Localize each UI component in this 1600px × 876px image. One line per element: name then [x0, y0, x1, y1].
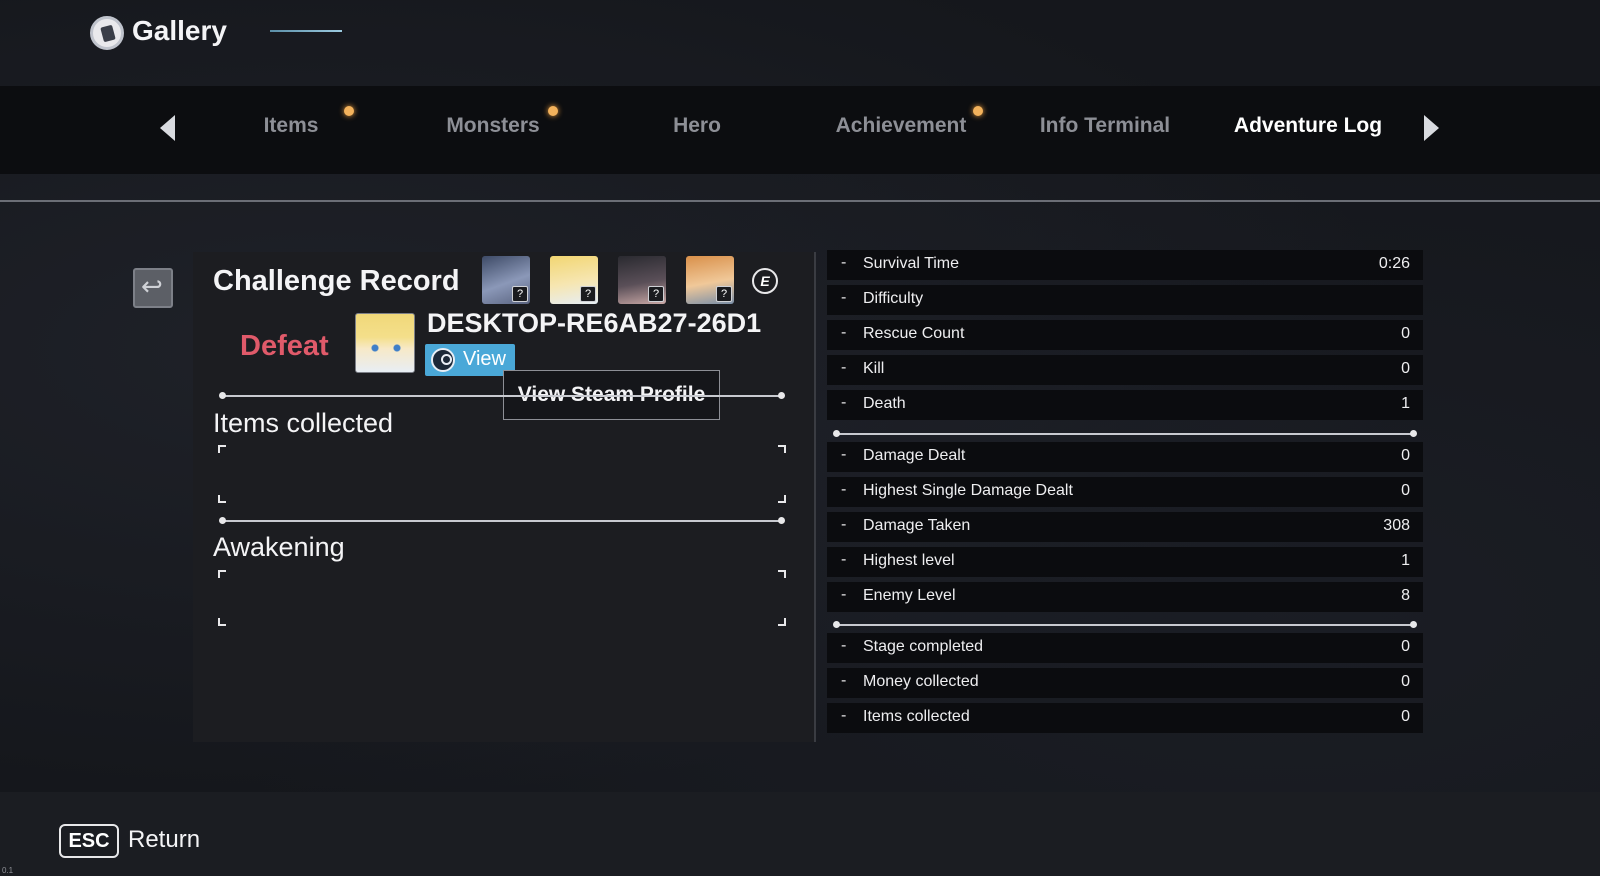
- stat-label: Survival Time: [863, 255, 960, 272]
- hero-thumbnail[interactable]: ?: [482, 256, 530, 304]
- footer-bar: [0, 792, 1600, 876]
- section-divider: [219, 517, 785, 524]
- stat-row-damage-dealt: - Damage Dealt 0: [827, 442, 1423, 472]
- player-name: DESKTOP-RE6AB27-26D1: [427, 308, 762, 338]
- back-button[interactable]: [133, 268, 173, 308]
- awakening-title: Awakening: [213, 532, 345, 562]
- stat-row-kill: - Kill 0: [827, 355, 1423, 385]
- hero-thumbnail[interactable]: ?: [618, 256, 666, 304]
- frame-corner: [778, 570, 786, 578]
- tab-items-notification-dot: [344, 106, 354, 116]
- stat-value: 1: [1401, 395, 1410, 412]
- stat-value: 308: [1383, 517, 1410, 534]
- challenge-record-title: Challenge Record: [213, 265, 460, 297]
- stat-value: 1: [1401, 552, 1410, 569]
- tab-achievement-notification-dot: [973, 106, 983, 116]
- hero-thumbnail[interactable]: ?: [686, 256, 734, 304]
- stat-label: Difficulty: [863, 290, 924, 307]
- stat-label: Stage completed: [863, 638, 984, 655]
- stat-row-highest-single-damage: - Highest Single Damage Dealt 0: [827, 477, 1423, 507]
- stat-value: 0:26: [1378, 255, 1410, 272]
- tab-hero[interactable]: Hero: [602, 114, 792, 138]
- stat-label: Kill: [863, 360, 885, 377]
- tab-adventure-log[interactable]: Adventure Log: [1213, 114, 1403, 138]
- view-steam-profile-button[interactable]: View: [425, 344, 515, 376]
- frame-corner: [218, 445, 226, 453]
- stat-row-items-collected: - Items collected 0: [827, 703, 1423, 733]
- items-collected-title: Items collected: [213, 408, 394, 438]
- tab-prev-arrow-icon[interactable]: [160, 115, 175, 141]
- stat-label: Highest Single Damage Dealt: [863, 482, 1073, 499]
- stat-row-difficulty: - Difficulty: [827, 285, 1423, 315]
- frame-corner: [778, 618, 786, 626]
- title-underline: [270, 30, 342, 32]
- stat-row-death: - Death 1: [827, 390, 1423, 420]
- header: Gallery: [0, 0, 1600, 86]
- stats-divider: [833, 621, 1417, 628]
- frame-corner: [218, 570, 226, 578]
- hero-unknown-badge: ?: [512, 286, 528, 302]
- stat-label: Highest level: [863, 552, 955, 569]
- hero-unknown-badge: ?: [648, 286, 664, 302]
- tab-info-terminal[interactable]: Info Terminal: [1010, 114, 1200, 138]
- tab-monsters-notification-dot: [548, 106, 558, 116]
- frame-corner: [778, 445, 786, 453]
- stat-value: 0: [1401, 673, 1410, 690]
- stat-row-damage-taken: - Damage Taken 308: [827, 512, 1423, 542]
- steam-icon: [431, 348, 455, 372]
- stat-value: 8: [1401, 587, 1410, 604]
- gallery-book-icon: [90, 16, 124, 50]
- page-title: Gallery: [132, 15, 227, 46]
- stat-row-survival-time: - Survival Time 0:26: [827, 250, 1423, 280]
- stat-row-enemy-level: - Enemy Level 8: [827, 582, 1423, 612]
- frame-corner: [218, 618, 226, 626]
- stat-row-rescue-count: - Rescue Count 0: [827, 320, 1423, 350]
- result-label: Defeat: [240, 330, 329, 362]
- stat-label: Items collected: [863, 708, 970, 725]
- stat-label: Damage Taken: [863, 517, 971, 534]
- e-key-icon[interactable]: E: [752, 268, 778, 294]
- view-button-label: View: [463, 348, 506, 370]
- stat-value: 0: [1401, 360, 1410, 377]
- tab-items[interactable]: Items: [196, 114, 386, 138]
- stat-row-highest-level: - Highest level 1: [827, 547, 1423, 577]
- tab-bar-divider: [0, 200, 1600, 202]
- frame-corner: [778, 495, 786, 503]
- stat-label: Enemy Level: [863, 587, 956, 604]
- stat-row-money-collected: - Money collected 0: [827, 668, 1423, 698]
- player-avatar: [355, 313, 415, 373]
- tab-monsters[interactable]: Monsters: [398, 114, 588, 138]
- stat-value: 0: [1401, 325, 1410, 342]
- hero-unknown-badge: ?: [716, 286, 732, 302]
- stat-value: 0: [1401, 447, 1410, 464]
- stat-row-stage-completed: - Stage completed 0: [827, 633, 1423, 663]
- stat-value: 0: [1401, 638, 1410, 655]
- stat-value: 0: [1401, 482, 1410, 499]
- esc-key-button[interactable]: ESC: [59, 824, 119, 858]
- frame-corner: [218, 495, 226, 503]
- hero-unknown-badge: ?: [580, 286, 596, 302]
- version-label: 0.1: [2, 866, 14, 875]
- return-label[interactable]: Return: [128, 826, 200, 854]
- section-divider: [219, 392, 785, 399]
- stat-label: Damage Dealt: [863, 447, 966, 464]
- panel-edge: [814, 252, 816, 742]
- stat-label: Rescue Count: [863, 325, 965, 342]
- tab-achievement[interactable]: Achievement: [806, 114, 996, 138]
- stat-label: Death: [863, 395, 906, 412]
- stats-divider: [833, 430, 1417, 437]
- tab-next-arrow-icon[interactable]: [1424, 115, 1439, 141]
- stat-value: 0: [1401, 708, 1410, 725]
- stat-label: Money collected: [863, 673, 979, 690]
- hero-thumbnail[interactable]: ?: [550, 256, 598, 304]
